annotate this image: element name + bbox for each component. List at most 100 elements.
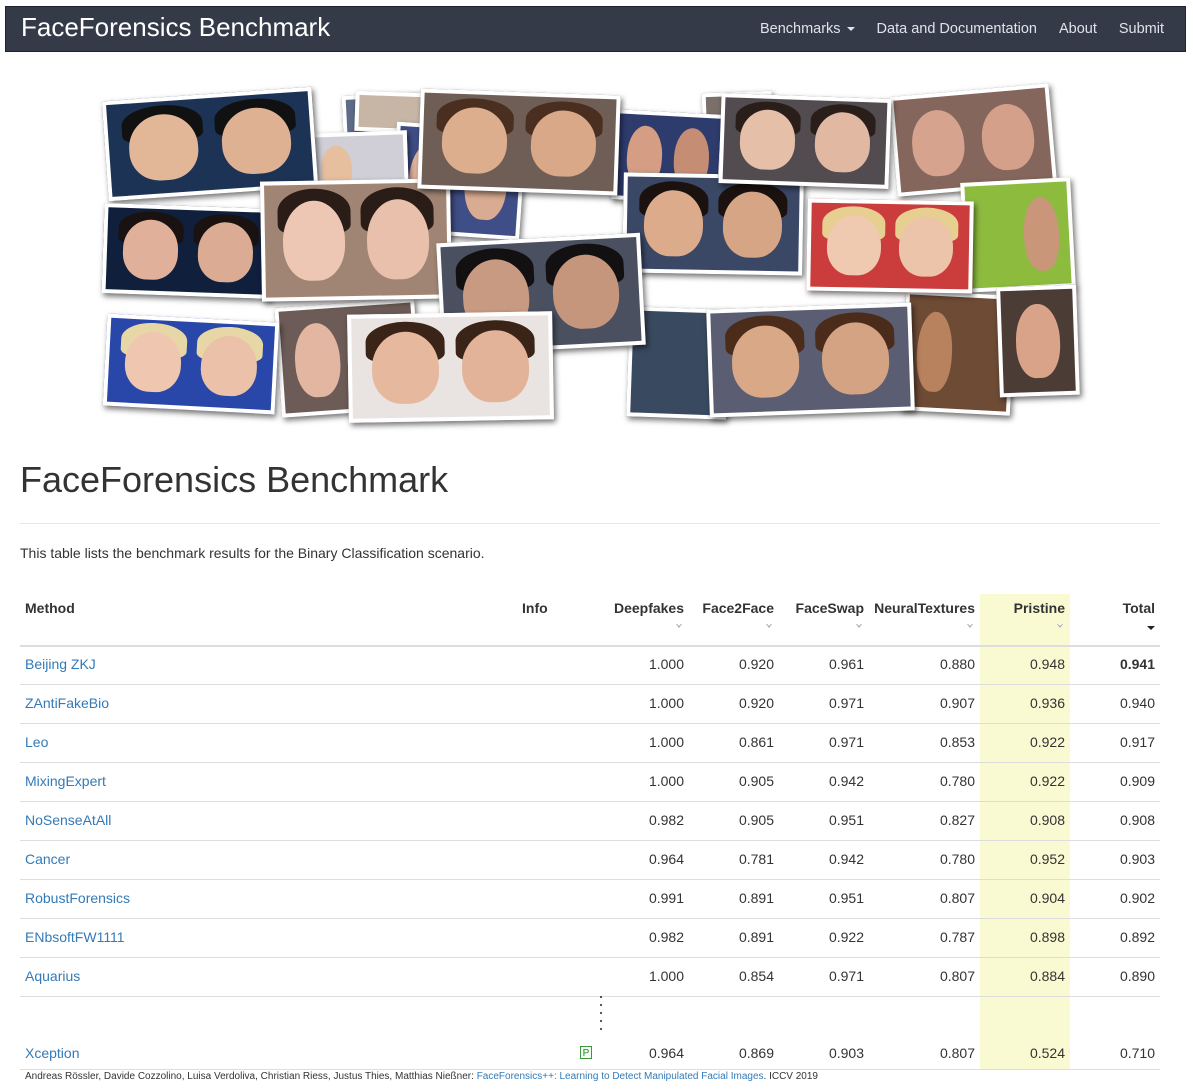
table-row: Leo 1.000 0.861 0.971 0.853 0.922 0.917 bbox=[20, 724, 1160, 763]
pristine-value: 0.898 bbox=[1029, 929, 1065, 945]
collage-photo bbox=[806, 198, 974, 294]
col-header-info: Info bbox=[522, 600, 548, 616]
deepfakes-value: 0.982 bbox=[648, 929, 684, 945]
face2face-value: 0.854 bbox=[738, 968, 774, 984]
neuraltextures-value: 0.907 bbox=[939, 695, 975, 711]
method-link[interactable]: Cancer bbox=[25, 851, 70, 867]
total-value: 0.892 bbox=[1119, 929, 1155, 945]
total-value: 0.908 bbox=[1119, 812, 1155, 828]
paper-badge-icon[interactable]: P bbox=[580, 1046, 592, 1059]
deepfakes-value: 0.964 bbox=[648, 851, 684, 867]
sort-icon[interactable] bbox=[766, 624, 772, 628]
collage-photo bbox=[718, 93, 892, 189]
nav-benchmarks-dropdown[interactable]: Benchmarks bbox=[749, 7, 866, 51]
collage-photo bbox=[996, 284, 1080, 398]
sort-descending-icon[interactable] bbox=[1147, 626, 1155, 630]
faceswap-value: 0.951 bbox=[828, 890, 864, 906]
method-cell: Leo bbox=[25, 734, 48, 750]
divider bbox=[20, 523, 1160, 524]
pristine-value: 0.952 bbox=[1029, 851, 1065, 867]
sort-icon[interactable] bbox=[676, 624, 682, 628]
sort-icon[interactable] bbox=[967, 624, 973, 628]
face2face-value: 0.891 bbox=[738, 929, 774, 945]
citation-venue: . ICCV 2019 bbox=[763, 1071, 818, 1082]
method-link[interactable]: MixingExpert bbox=[25, 773, 106, 789]
total-value: 0.903 bbox=[1119, 851, 1155, 867]
method-link[interactable]: Beijing ZKJ bbox=[25, 656, 96, 672]
face2face-value: 0.891 bbox=[738, 890, 774, 906]
page-title: FaceForensics Benchmark bbox=[20, 459, 449, 500]
nav-submit[interactable]: Submit bbox=[1108, 7, 1185, 51]
table-row: NoSenseAtAll 0.982 0.905 0.951 0.827 0.908 0.9… bbox=[20, 802, 1160, 841]
faceswap-value: 0.922 bbox=[828, 929, 864, 945]
table-row: Xception P 0.964 0.869 0.903 0.807 0.524 0.710 bbox=[20, 1035, 1160, 1070]
collage-photo bbox=[102, 313, 280, 415]
faceswap-value: 0.971 bbox=[828, 968, 864, 984]
table-header: Method Info Deepfakes Face2Face FaceSwap… bbox=[20, 594, 1160, 647]
col-header-pristine[interactable]: Pristine bbox=[1014, 600, 1065, 616]
total-value: 0.917 bbox=[1119, 734, 1155, 750]
faceswap-value: 0.971 bbox=[828, 734, 864, 750]
collage-photo bbox=[706, 302, 915, 418]
method-cell: Cancer bbox=[25, 851, 70, 867]
intro-text: This table lists the benchmark results f… bbox=[20, 545, 485, 561]
col-header-neuraltextures[interactable]: NeuralTextures bbox=[874, 600, 975, 616]
table-row: Cancer 0.964 0.781 0.942 0.780 0.952 0.903 bbox=[20, 841, 1160, 880]
nav-about[interactable]: About bbox=[1048, 7, 1108, 51]
deepfakes-value: 1.000 bbox=[648, 656, 684, 672]
table-row: RobustForensics 0.991 0.891 0.951 0.807 0.904… bbox=[20, 880, 1160, 919]
sort-icon[interactable] bbox=[1057, 624, 1063, 628]
neuraltextures-value: 0.880 bbox=[939, 656, 975, 672]
neuraltextures-value: 0.787 bbox=[939, 929, 975, 945]
vertical-ellipsis-icon bbox=[598, 996, 604, 1030]
faceswap-value: 0.961 bbox=[828, 656, 864, 672]
deepfakes-value: 0.964 bbox=[648, 1045, 684, 1061]
method-cell: Aquarius bbox=[25, 968, 80, 984]
faceswap-value: 0.903 bbox=[828, 1045, 864, 1061]
col-header-face2face[interactable]: Face2Face bbox=[702, 600, 774, 616]
table-row: Aquarius 1.000 0.854 0.971 0.807 0.884 0.890 bbox=[20, 958, 1160, 997]
col-header-faceswap[interactable]: FaceSwap bbox=[796, 600, 864, 616]
nav-benchmarks-label: Benchmarks bbox=[759, 21, 841, 37]
face2face-value: 0.781 bbox=[738, 851, 774, 867]
method-cell: MixingExpert bbox=[25, 773, 106, 789]
method-cell: ZAntiFakeBio bbox=[25, 695, 109, 711]
citation-paper-link[interactable]: FaceForensics++: Learning to Detect Mani… bbox=[477, 1071, 764, 1082]
sort-icon[interactable] bbox=[856, 624, 862, 628]
faceswap-value: 0.942 bbox=[828, 773, 864, 789]
table-row: Beijing ZKJ 1.000 0.920 0.961 0.880 0.948 0.94… bbox=[20, 646, 1160, 685]
pristine-value: 0.922 bbox=[1029, 773, 1065, 789]
brand-link[interactable]: FaceForensics Benchmark bbox=[21, 10, 330, 44]
citation-authors: Andreas Rössler, Davide Cozzolino, Luisa… bbox=[25, 1071, 477, 1082]
total-value: 0.902 bbox=[1119, 890, 1155, 906]
face2face-value: 0.861 bbox=[738, 734, 774, 750]
method-link[interactable]: NoSenseAtAll bbox=[25, 812, 111, 828]
col-header-total[interactable]: Total bbox=[1123, 600, 1155, 616]
method-link[interactable]: ENbsoftFW1111 bbox=[25, 929, 125, 945]
neuraltextures-value: 0.807 bbox=[939, 968, 975, 984]
citation: Andreas Rössler, Davide Cozzolino, Luisa… bbox=[25, 1071, 818, 1083]
method-link[interactable]: ZAntiFakeBio bbox=[25, 695, 109, 711]
deepfakes-value: 0.991 bbox=[648, 890, 684, 906]
method-cell: ENbsoftFW1111 bbox=[25, 929, 125, 945]
neuraltextures-value: 0.807 bbox=[939, 1045, 975, 1061]
face2face-value: 0.905 bbox=[738, 773, 774, 789]
method-link[interactable]: Leo bbox=[25, 734, 48, 750]
neuraltextures-value: 0.780 bbox=[939, 773, 975, 789]
method-link[interactable]: Aquarius bbox=[25, 968, 80, 984]
nav-links: Benchmarks Data and Documentation About … bbox=[749, 7, 1185, 51]
nav-data-documentation[interactable]: Data and Documentation bbox=[866, 7, 1048, 51]
method-link[interactable]: Xception bbox=[25, 1045, 79, 1061]
pristine-value: 0.922 bbox=[1029, 734, 1065, 750]
col-header-method[interactable]: Method bbox=[25, 600, 75, 616]
method-cell: Xception bbox=[25, 1045, 79, 1061]
total-value: 0.941 bbox=[1119, 656, 1155, 672]
collage-photo bbox=[622, 172, 804, 276]
neuraltextures-value: 0.807 bbox=[939, 890, 975, 906]
deepfakes-value: 1.000 bbox=[648, 773, 684, 789]
top-navbar: FaceForensics Benchmark Benchmarks Data … bbox=[5, 6, 1186, 52]
table-row: ENbsoftFW1111 0.982 0.891 0.922 0.787 0.898 0.… bbox=[20, 919, 1160, 958]
method-link[interactable]: RobustForensics bbox=[25, 890, 130, 906]
col-header-deepfakes[interactable]: Deepfakes bbox=[614, 600, 684, 616]
total-value: 0.940 bbox=[1119, 695, 1155, 711]
